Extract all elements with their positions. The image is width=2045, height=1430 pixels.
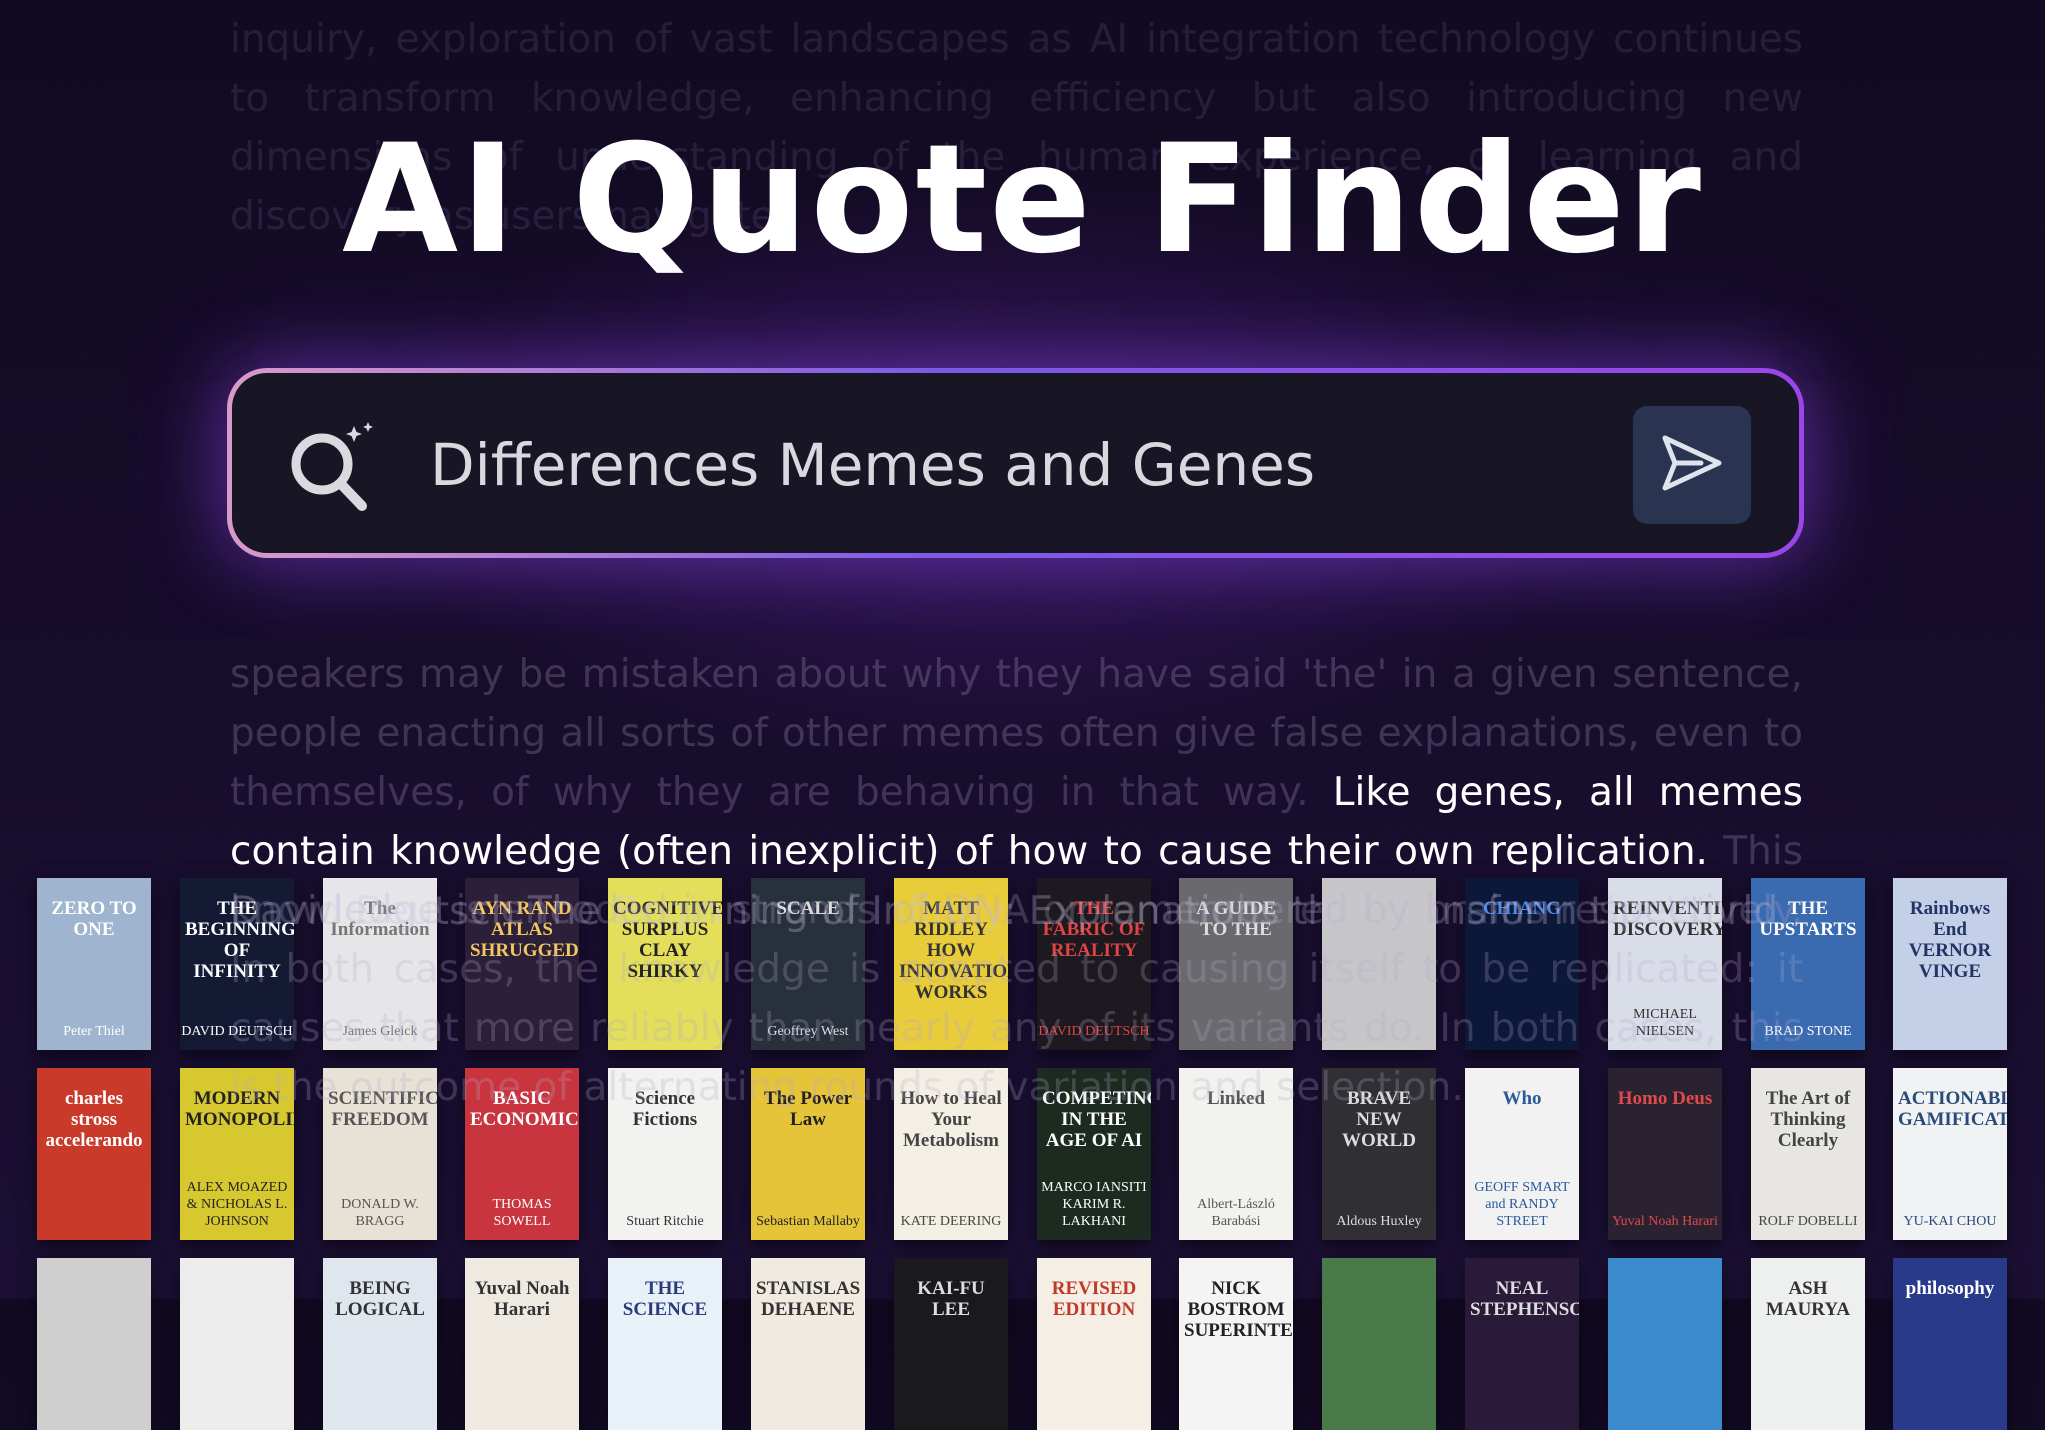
book-cover[interactable] [1608,1258,1722,1430]
book-title: REVISED EDITION [1051,1278,1137,1320]
book-title: ASH MAURYA [1765,1278,1851,1320]
book-cover[interactable]: NICK BOSTROM SUPERINTELLIGENCE [1179,1258,1293,1430]
book-title: ACTIONABLE GAMIFICATION [1898,1088,2007,1130]
book-author: Sebastian Mallaby [756,1214,860,1229]
book-cover[interactable]: STANISLAS DEHAENE [751,1258,865,1430]
quote-result: speakers may be mistaken about why they … [230,645,1803,1117]
book-title: Rainbows End VERNOR VINGE [1908,898,1992,982]
book-title: NEAL STEPHENSON [1470,1278,1579,1320]
book-cover[interactable]: KAI-FU LEE [894,1258,1008,1430]
book-title: STANISLAS DEHAENE [756,1278,861,1320]
ai-search-icon [282,418,382,518]
book-author: MARCO IANSITI KARIM R. LAKHANI [1041,1180,1147,1229]
book-title: Yuval Noah Harari [474,1278,570,1320]
book-author: DONALD W. BRAGG [341,1197,419,1229]
book-author: Yuval Noah Harari [1612,1214,1718,1229]
book-cover[interactable] [37,1258,151,1430]
book-cover[interactable] [180,1258,294,1430]
book-cover[interactable]: BEING LOGICAL [323,1258,437,1430]
book-author: Albert-László Barabási [1197,1197,1275,1229]
book-title: charles stross accelerando [45,1088,143,1151]
book-author: Aldous Huxley [1336,1214,1422,1229]
book-author: Stuart Ritchie [626,1214,704,1229]
search-box [232,373,1799,553]
book-author: ALEX MOAZED & NICHOLAS L. JOHNSON [186,1180,288,1229]
book-title: THE SCIENCE [622,1278,708,1320]
book-cover[interactable]: Rainbows End VERNOR VINGE [1893,878,2007,1050]
book-author: ROLF DOBELLI [1758,1214,1858,1229]
book-title: BEING LOGICAL [335,1278,425,1320]
book-cover[interactable]: ZERO TO ONE Peter Thiel [37,878,151,1050]
book-title: ZERO TO ONE [51,898,137,940]
book-cover[interactable]: Yuval Noah Harari [465,1258,579,1430]
search-bar [227,368,1804,558]
send-icon [1657,428,1727,502]
book-cover[interactable]: NEAL STEPHENSON [1465,1258,1579,1430]
book-cover[interactable]: ACTIONABLE GAMIFICATION YU-KAI CHOU [1893,1068,2007,1240]
book-title: philosophy [1905,1278,1995,1299]
book-cover[interactable] [1322,1258,1436,1430]
search-input[interactable] [430,415,1580,515]
book-author: Peter Thiel [63,1024,125,1039]
page-title: AI Quote Finder [342,113,1703,287]
book-cover[interactable]: philosophy [1893,1258,2007,1430]
book-title: KAI-FU LEE [917,1278,985,1320]
book-cover[interactable]: charles stross accelerando [37,1068,151,1240]
book-author: YU-KAI CHOU [1903,1214,1997,1229]
book-author: GEOFF SMART and RANDY STREET [1474,1180,1570,1229]
book-cover[interactable]: THE SCIENCE [608,1258,722,1430]
book-cover[interactable]: REVISED EDITION [1037,1258,1151,1430]
book-cover[interactable]: ASH MAURYA [1751,1258,1865,1430]
send-button[interactable] [1633,406,1751,524]
book-author: KATE DEERING [900,1214,1002,1229]
book-author: THOMAS SOWELL [492,1197,552,1229]
book-title: NICK BOSTROM SUPERINTELLIGENCE [1184,1278,1293,1341]
